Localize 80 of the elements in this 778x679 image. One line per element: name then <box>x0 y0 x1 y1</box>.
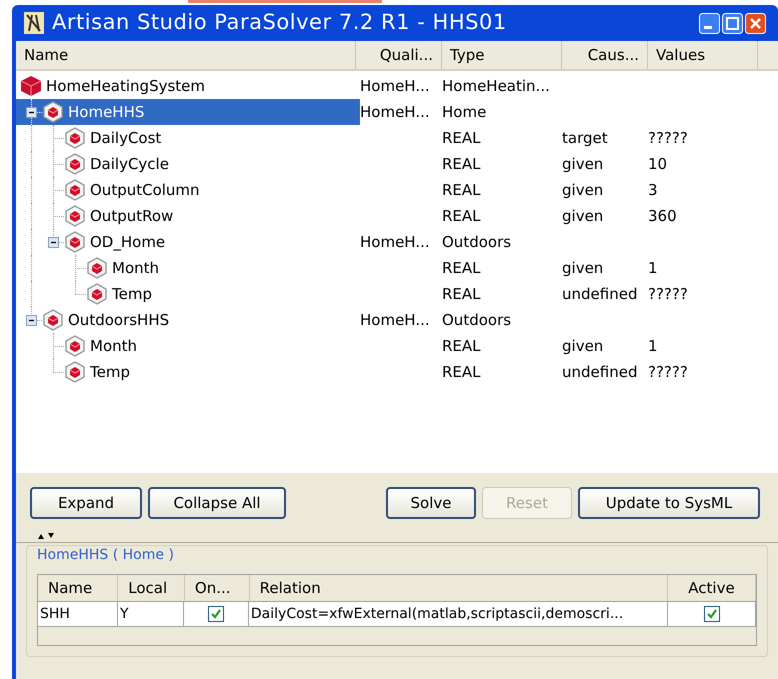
checkbox[interactable] <box>208 606 224 622</box>
column-header[interactable]: Caus... <box>562 41 648 69</box>
cube-icon <box>64 179 86 201</box>
qualifier-cell: HomeH... <box>360 232 430 251</box>
maximize-icon[interactable] <box>722 12 743 34</box>
value-cell: ????? <box>648 362 688 381</box>
column-header[interactable]: Type <box>442 41 562 69</box>
cube-icon <box>64 335 86 357</box>
panel-title: HomeHHS ( Home ) <box>37 546 174 565</box>
tree-node[interactable]: OutdoorsHHS <box>16 307 360 333</box>
causality-cell: given <box>562 154 604 173</box>
tree-node[interactable]: OutputColumn <box>16 177 360 203</box>
type-cell: Home <box>442 102 486 121</box>
cube-icon <box>64 127 86 149</box>
value-cell: 10 <box>648 154 668 173</box>
cube-icon <box>86 257 108 279</box>
type-cell: REAL <box>442 284 481 303</box>
cube-icon <box>64 205 86 227</box>
causality-cell: given <box>562 258 604 277</box>
type-cell: REAL <box>442 336 481 355</box>
table-cell: SHH <box>38 602 118 626</box>
value-cell: ????? <box>648 128 688 147</box>
causality-cell: given <box>562 180 604 199</box>
action-button[interactable]: Expand <box>30 487 142 519</box>
tree-node[interactable]: HomeHHS <box>16 99 360 125</box>
minimize-icon[interactable] <box>699 12 720 34</box>
tree-node[interactable]: OutputRow <box>16 203 360 229</box>
tree-node[interactable]: Month <box>16 333 360 359</box>
type-cell: REAL <box>442 128 481 147</box>
close-icon[interactable] <box>745 12 766 34</box>
type-cell: Outdoors <box>442 310 512 329</box>
collapse-icon[interactable] <box>26 314 36 326</box>
tree-node[interactable]: DailyCycle <box>16 151 360 177</box>
type-cell: REAL <box>442 206 481 225</box>
action-button[interactable]: Collapse All <box>148 487 286 519</box>
cube-icon <box>86 283 108 305</box>
column-header[interactable]: Quali... <box>356 41 442 69</box>
value-cell: 3 <box>648 180 658 199</box>
tree-node[interactable]: OD_Home <box>16 229 360 255</box>
tree-node[interactable]: Temp <box>16 359 360 385</box>
checkbox[interactable] <box>704 606 720 622</box>
cube-icon <box>64 231 86 253</box>
cube-icon <box>64 153 86 175</box>
splitter-arrows-icon[interactable] <box>38 533 56 539</box>
value-cell: 1 <box>648 336 658 355</box>
table-cell: Y <box>118 602 184 626</box>
causality-cell: target <box>562 128 608 147</box>
causality-cell: given <box>562 206 604 225</box>
value-cell: 1 <box>648 258 658 277</box>
qualifier-cell: HomeH... <box>360 310 430 329</box>
cube-icon <box>20 75 42 97</box>
type-cell: REAL <box>442 154 481 173</box>
causality-cell: undefined <box>562 362 638 381</box>
value-cell: 360 <box>648 206 677 225</box>
qualifier-cell: HomeH... <box>360 102 430 121</box>
table-cell: DailyCost=xfwExternal(matlab,scriptascii,demoscri... <box>248 602 668 626</box>
cube-icon <box>64 361 86 383</box>
collapse-icon[interactable] <box>26 106 36 118</box>
type-cell: REAL <box>442 258 481 277</box>
cube-icon <box>42 101 64 123</box>
collapse-icon[interactable] <box>48 236 58 248</box>
type-cell: REAL <box>442 180 481 199</box>
qualifier-cell: HomeH... <box>360 76 430 95</box>
column-header[interactable]: Values <box>648 41 758 69</box>
action-button[interactable]: Solve <box>386 487 476 519</box>
column-header[interactable]: Name <box>16 41 356 69</box>
causality-cell: undefined <box>562 284 638 303</box>
window-title: Artisan Studio ParaSolver 7.2 R1 - HHS01 <box>52 9 507 36</box>
cube-icon <box>42 309 64 331</box>
type-cell: Outdoors <box>442 232 512 251</box>
causality-cell: given <box>562 336 604 355</box>
value-cell: ????? <box>648 284 688 303</box>
tree-node[interactable]: HomeHeatingSystem <box>16 73 360 99</box>
tree-node[interactable]: Temp <box>16 281 360 307</box>
app-logo-icon <box>24 12 44 34</box>
type-cell: REAL <box>442 362 481 381</box>
tree-node[interactable]: DailyCost <box>16 125 360 151</box>
type-cell: HomeHeatin... <box>442 76 550 95</box>
tree-node[interactable]: Month <box>16 255 360 281</box>
action-button[interactable]: Update to SysML <box>578 487 760 519</box>
